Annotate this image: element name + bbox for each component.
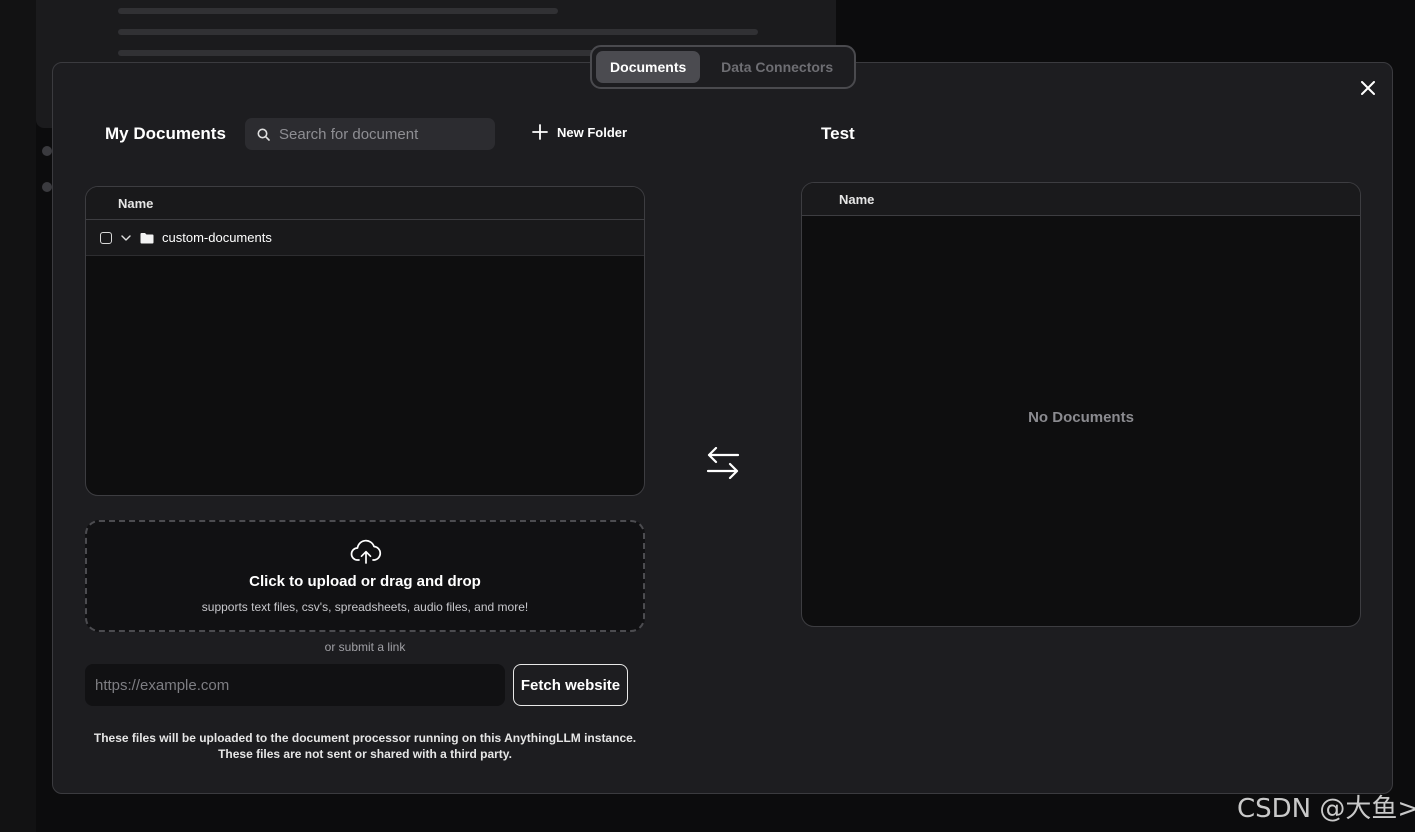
no-documents-text: No Documents: [1028, 409, 1134, 426]
my-documents-table: Name custom-documents: [85, 186, 645, 496]
plus-icon: [532, 124, 548, 140]
folder-checkbox[interactable]: [100, 231, 112, 244]
new-folder-button[interactable]: New Folder: [532, 124, 627, 140]
upload-subtitle: supports text files, csv's, spreadsheets…: [201, 600, 529, 614]
cloud-upload-icon: [350, 539, 382, 564]
tab-data-connectors[interactable]: Data Connectors: [704, 51, 850, 83]
privacy-note: These files will be uploaded to the docu…: [85, 730, 645, 762]
background-text-line: [118, 29, 758, 35]
table-header: Name: [802, 183, 1360, 216]
workspace-documents-table: Name No Documents: [801, 182, 1361, 627]
background-sidebar: [0, 0, 36, 832]
swap-arrows-icon: [706, 446, 740, 480]
search-input[interactable]: [279, 125, 479, 143]
column-header-name: Name: [118, 195, 154, 211]
or-submit-link-text: or submit a link: [324, 640, 406, 654]
column-header-name: Name: [839, 191, 875, 207]
background-text-line: [118, 8, 558, 14]
privacy-note-line: These files will be uploaded to the docu…: [93, 731, 637, 745]
upload-title: Click to upload or drag and drop: [249, 573, 481, 590]
search-bar[interactable]: [245, 118, 495, 150]
table-header: Name: [86, 187, 644, 220]
background-dot: [42, 146, 52, 156]
folder-icon: [140, 232, 154, 243]
folder-name: custom-documents: [162, 230, 272, 245]
close-icon: [1361, 81, 1375, 95]
modal-tabs: Documents Data Connectors: [590, 45, 856, 89]
workspace-title: Test: [821, 124, 855, 143]
search-icon: [257, 128, 270, 141]
watermark: CSDN @大鱼>: [1237, 794, 1415, 824]
folder-row[interactable]: custom-documents: [86, 220, 644, 256]
close-button[interactable]: [1358, 78, 1378, 98]
url-input[interactable]: [85, 664, 505, 706]
tab-documents[interactable]: Documents: [596, 51, 701, 83]
privacy-note-line: These files are not sent or shared with …: [218, 747, 512, 761]
my-documents-title: My Documents: [105, 124, 226, 143]
new-folder-label: New Folder: [557, 124, 628, 140]
chevron-down-icon[interactable]: [120, 232, 132, 244]
move-documents-button[interactable]: [706, 446, 740, 480]
upload-dropzone[interactable]: Click to upload or drag and drop support…: [85, 520, 645, 632]
background-dot: [42, 182, 52, 192]
fetch-website-button[interactable]: Fetch website: [513, 664, 628, 706]
